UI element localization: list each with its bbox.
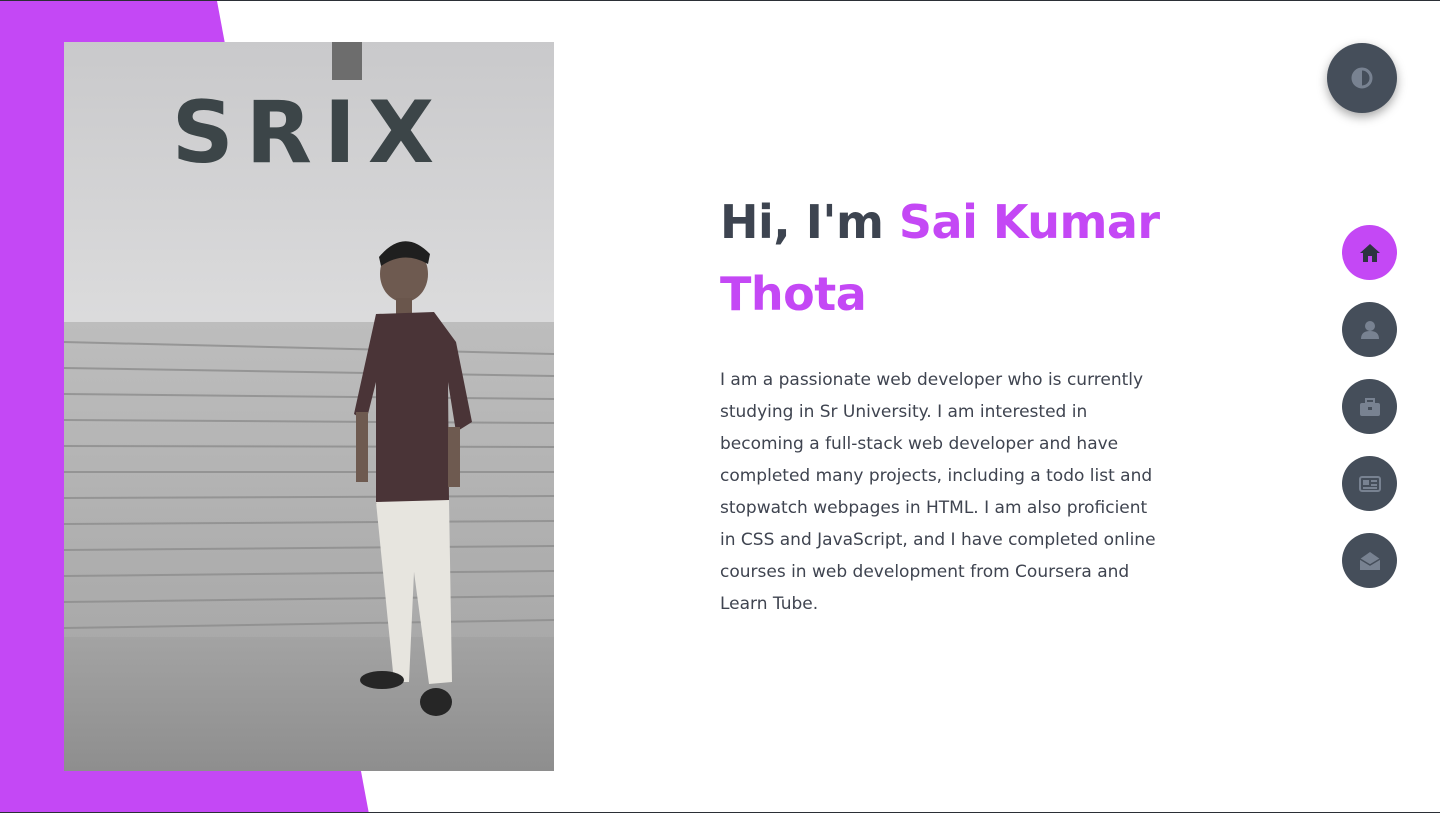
nav-contact-button[interactable] [1342, 533, 1397, 588]
briefcase-icon [1359, 397, 1380, 416]
page: SRIX Hi, I'm Sai Kumar Thota I am a passi… [0, 0, 1440, 813]
hero-description: I am a passionate web developer who is c… [720, 370, 1156, 614]
hero-name-last: Thota [720, 267, 867, 321]
home-icon [1359, 243, 1380, 262]
hero-section: Hi, I'm Sai Kumar Thota I am a passionate… [720, 186, 1180, 620]
nav-home-button[interactable] [1342, 225, 1397, 280]
user-icon [1360, 320, 1379, 339]
newspaper-icon [1358, 475, 1381, 492]
nav-portfolio-button[interactable] [1342, 379, 1397, 434]
hero-greeting: Hi, I'm [720, 195, 899, 249]
profile-photo: SRIX [64, 42, 554, 771]
nav-blog-button[interactable] [1342, 456, 1397, 511]
photo-sign-text: SRIX [172, 83, 446, 183]
envelope-open-icon [1359, 551, 1380, 570]
contrast-icon [1351, 67, 1373, 89]
hero-title: Hi, I'm Sai Kumar Thota [720, 186, 1180, 330]
hero-name-first: Sai Kumar [898, 195, 1160, 249]
theme-toggle-button[interactable] [1327, 43, 1397, 113]
side-nav [1342, 225, 1398, 610]
nav-about-button[interactable] [1342, 302, 1397, 357]
